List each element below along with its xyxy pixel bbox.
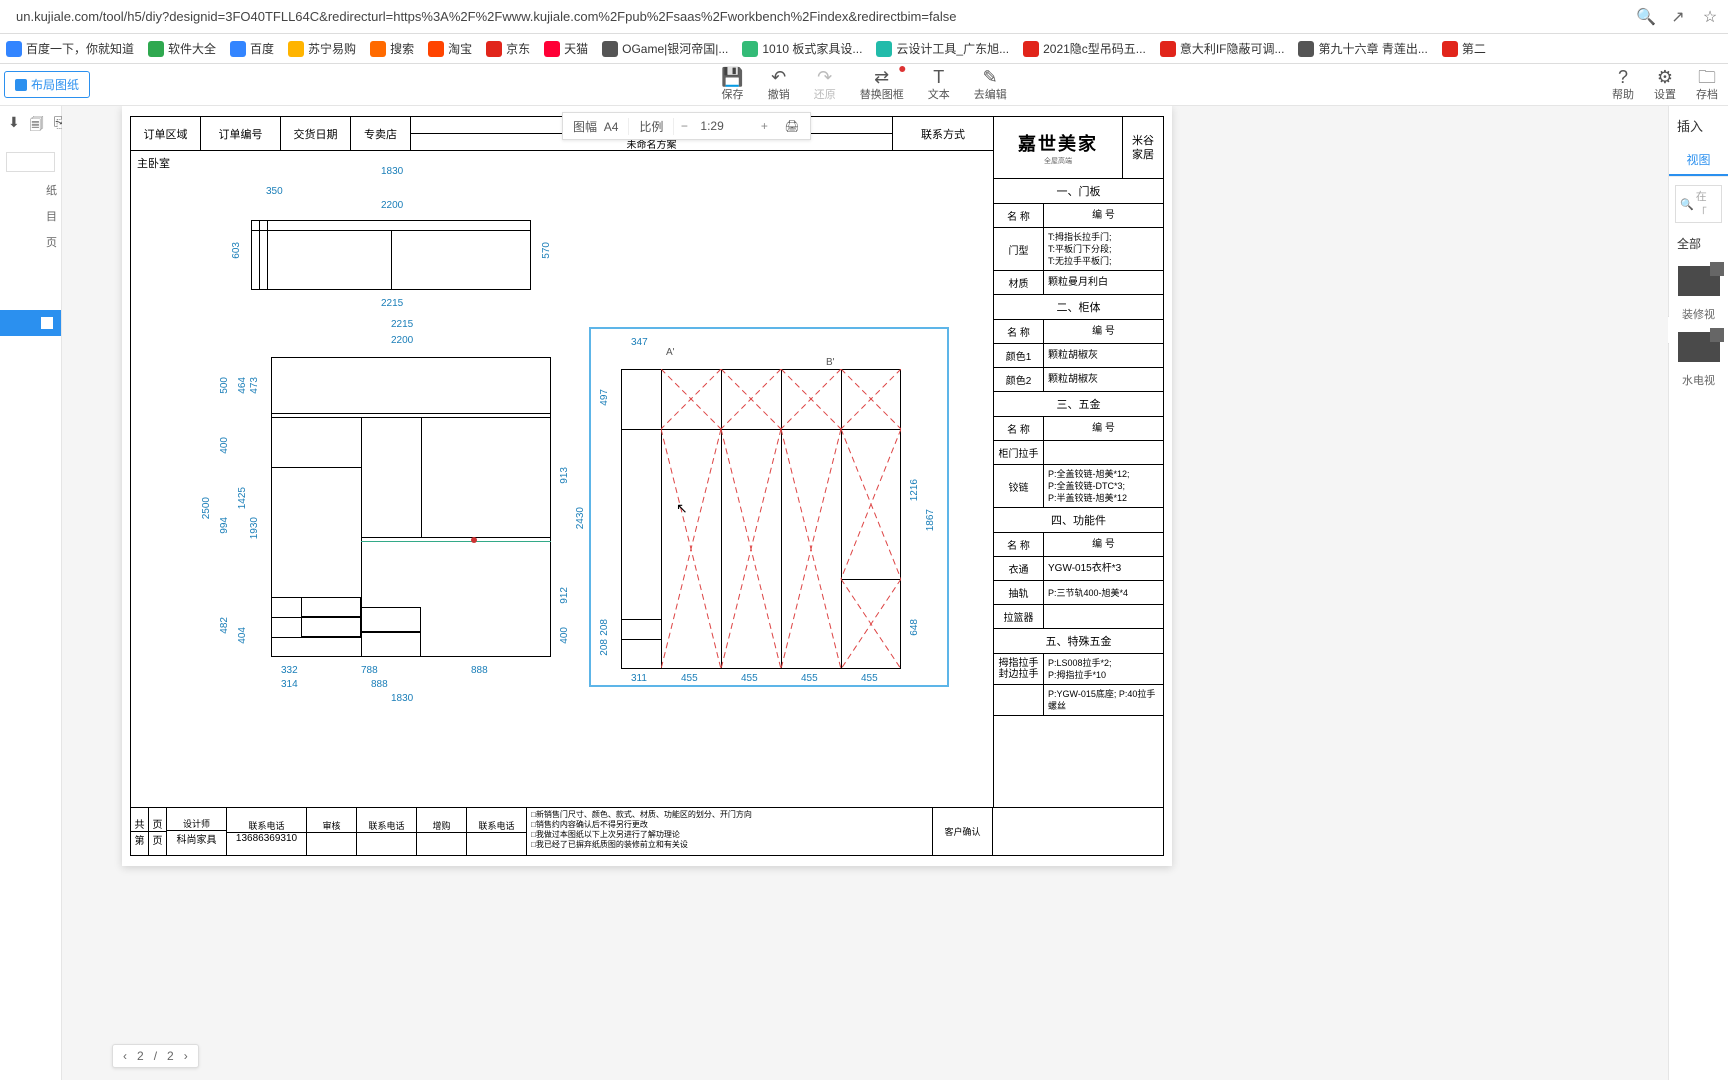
bookmark-item[interactable]: 苏宁易购 xyxy=(288,40,356,57)
page-current: 2 xyxy=(137,1049,144,1063)
save-icon: 💾 xyxy=(721,68,743,86)
drawing-sheet[interactable]: 订单区域 订单编号 交货日期 专卖店 终端名称 未命名方案 联系方式 嘉世美家全… xyxy=(122,106,1172,866)
bookmark-item[interactable]: OGame|银河帝国|... xyxy=(602,40,728,57)
help-icon: ? xyxy=(1618,68,1628,86)
ratio-label: 比例 xyxy=(629,118,674,135)
thumb-plumbing[interactable] xyxy=(1678,332,1720,362)
archive-icon: 🗀 xyxy=(1698,68,1716,86)
swap-icon: ⇄ xyxy=(874,68,889,86)
minus-button[interactable]: − xyxy=(674,119,694,133)
search-input[interactable]: 🔍在「 xyxy=(1675,185,1722,223)
replace-frame-button[interactable]: ⇄替换图框 xyxy=(860,68,904,102)
panel-title: 插入 xyxy=(1669,106,1728,145)
text-icon: T xyxy=(933,68,944,86)
pagination: ‹ 2 / 2 › xyxy=(112,1044,199,1068)
layout-drawing-button[interactable]: 布局图纸 xyxy=(4,71,90,98)
thumb-decoration[interactable] xyxy=(1678,266,1720,296)
bookmark-item[interactable]: 云设计工具_广东旭... xyxy=(876,40,1009,57)
category-all[interactable]: 全部 xyxy=(1669,231,1728,256)
hdr-delivery: 交货日期 xyxy=(281,117,351,150)
right-panel: 插入 视图 🔍在「 全部 装修视 水电视 ▸ xyxy=(1668,106,1728,1080)
bookmark-item[interactable]: 第二 xyxy=(1442,40,1486,57)
app-toolbar: 布局图纸 💾保存 ↶撤销 ↷还原 ⇄替换图框 T文本 ✎去编辑 ?帮助 ⚙设置 … xyxy=(0,64,1728,106)
door-view-selected[interactable]: 347 A' B' xyxy=(589,327,949,687)
settings-button[interactable]: ⚙设置 xyxy=(1654,68,1676,102)
bookmark-item[interactable]: 意大利IF隐蔽可调... xyxy=(1160,40,1285,57)
bottom-table: 共第 页页 设计师科尚家具 联系电话13686369310 审核 联系电话 增购… xyxy=(131,807,1163,855)
search-icon: 🔍 xyxy=(1680,198,1694,211)
browser-url-bar: un.kujiale.com/tool/h5/diy?designid=3FO4… xyxy=(0,0,1728,34)
gear-icon: ⚙ xyxy=(1657,68,1673,86)
bookmark-item[interactable]: 1010 板式家具设... xyxy=(742,40,862,57)
top-view: 1830 350 2200 603 570 2215 xyxy=(251,172,551,302)
bookmark-item[interactable]: 软件大全 xyxy=(148,40,216,57)
scale-toolbar: 图幅 A4 比例 − 1:29 + 🖨 xyxy=(562,112,811,140)
bookmark-item[interactable]: 第九十六章 青莲出... xyxy=(1298,40,1427,57)
download-icon[interactable]: ⬇ xyxy=(8,114,20,138)
plus-button[interactable]: + xyxy=(754,119,774,133)
page-thumb-icon xyxy=(41,317,53,329)
sidebar-item[interactable]: 目 xyxy=(0,198,61,224)
hdr-contact: 联系方式 xyxy=(893,117,993,150)
bookmark-item[interactable]: 百度一下，你就知道 xyxy=(6,40,134,57)
page-prev[interactable]: ‹ xyxy=(123,1049,127,1063)
drawing-frame: 订单区域 订单编号 交货日期 专卖店 终端名称 未命名方案 联系方式 嘉世美家全… xyxy=(130,116,1164,856)
notification-dot xyxy=(900,66,906,72)
front-view: 2215 2200 xyxy=(191,327,591,687)
bookmark-item[interactable]: 百度 xyxy=(230,40,274,57)
scale-value[interactable]: 1:29 xyxy=(694,119,754,133)
undo-icon: ↶ xyxy=(771,68,786,86)
layers-icon[interactable]: 🗐 xyxy=(30,114,44,138)
page-total: 2 xyxy=(167,1049,174,1063)
brand-box: 嘉世美家全屋高端 米谷家居 xyxy=(993,117,1163,179)
canvas[interactable]: 图幅 A4 比例 − 1:29 + 🖨 订单区域 订单编号 交货日期 专卖店 终… xyxy=(62,106,1668,1080)
thumb-label: 水电视 xyxy=(1669,372,1728,388)
hdr-order-area: 订单区域 xyxy=(131,117,201,150)
thumb-label: 装修视 xyxy=(1669,306,1728,322)
hdr-order-no: 订单编号 xyxy=(201,117,281,150)
bookmark-bar: 百度一下，你就知道 软件大全 百度 苏宁易购 搜索 淘宝 京东 天猫 OGame… xyxy=(0,34,1728,64)
star-icon[interactable]: ☆ xyxy=(1700,7,1720,27)
brand-name: 嘉世美家 xyxy=(1018,130,1098,156)
search-icon[interactable]: 🔍 xyxy=(1636,7,1656,27)
help-button[interactable]: ?帮助 xyxy=(1612,68,1634,102)
share-icon[interactable]: ↗ xyxy=(1668,7,1688,27)
redo-button[interactable]: ↷还原 xyxy=(814,68,836,102)
dropdown[interactable] xyxy=(6,152,55,172)
tab-view[interactable]: 视图 xyxy=(1669,145,1728,176)
bookmark-item[interactable]: 搜索 xyxy=(370,40,414,57)
bookmark-item[interactable]: 天猫 xyxy=(544,40,588,57)
print-button[interactable]: 🖨 xyxy=(774,119,809,133)
page-next[interactable]: › xyxy=(184,1049,188,1063)
spec-table: 一、门板 名 称编 号 门型T:拇指长拉手门; T:平板门下分段; T:无拉手平… xyxy=(993,179,1163,807)
redo-icon: ↷ xyxy=(817,68,832,86)
save-button[interactable]: 💾保存 xyxy=(721,68,743,102)
bookmark-item[interactable]: 京东 xyxy=(486,40,530,57)
room-label: 主卧室 xyxy=(137,155,170,171)
bookmark-item[interactable]: 2021隐c型吊码五... xyxy=(1023,40,1146,57)
sidebar-item[interactable]: 纸 xyxy=(0,172,61,198)
archive-button[interactable]: 🗀存档 xyxy=(1696,68,1718,102)
url-text[interactable]: un.kujiale.com/tool/h5/diy?designid=3FO4… xyxy=(8,5,1624,28)
edit-button[interactable]: ✎去编辑 xyxy=(974,68,1007,102)
sidebar-item[interactable]: 页 xyxy=(0,224,61,250)
frame-label: 图幅 A4 xyxy=(563,118,629,135)
hdr-store: 专卖店 xyxy=(351,117,411,150)
left-sidebar: ⬇ 🗐 ⎘ 纸 目 页 xyxy=(0,106,62,1080)
edit-icon: ✎ xyxy=(983,68,998,86)
undo-button[interactable]: ↶撤销 xyxy=(768,68,790,102)
bookmark-item[interactable]: 淘宝 xyxy=(428,40,472,57)
sidebar-item-active[interactable] xyxy=(0,310,61,336)
text-button[interactable]: T文本 xyxy=(928,68,950,102)
